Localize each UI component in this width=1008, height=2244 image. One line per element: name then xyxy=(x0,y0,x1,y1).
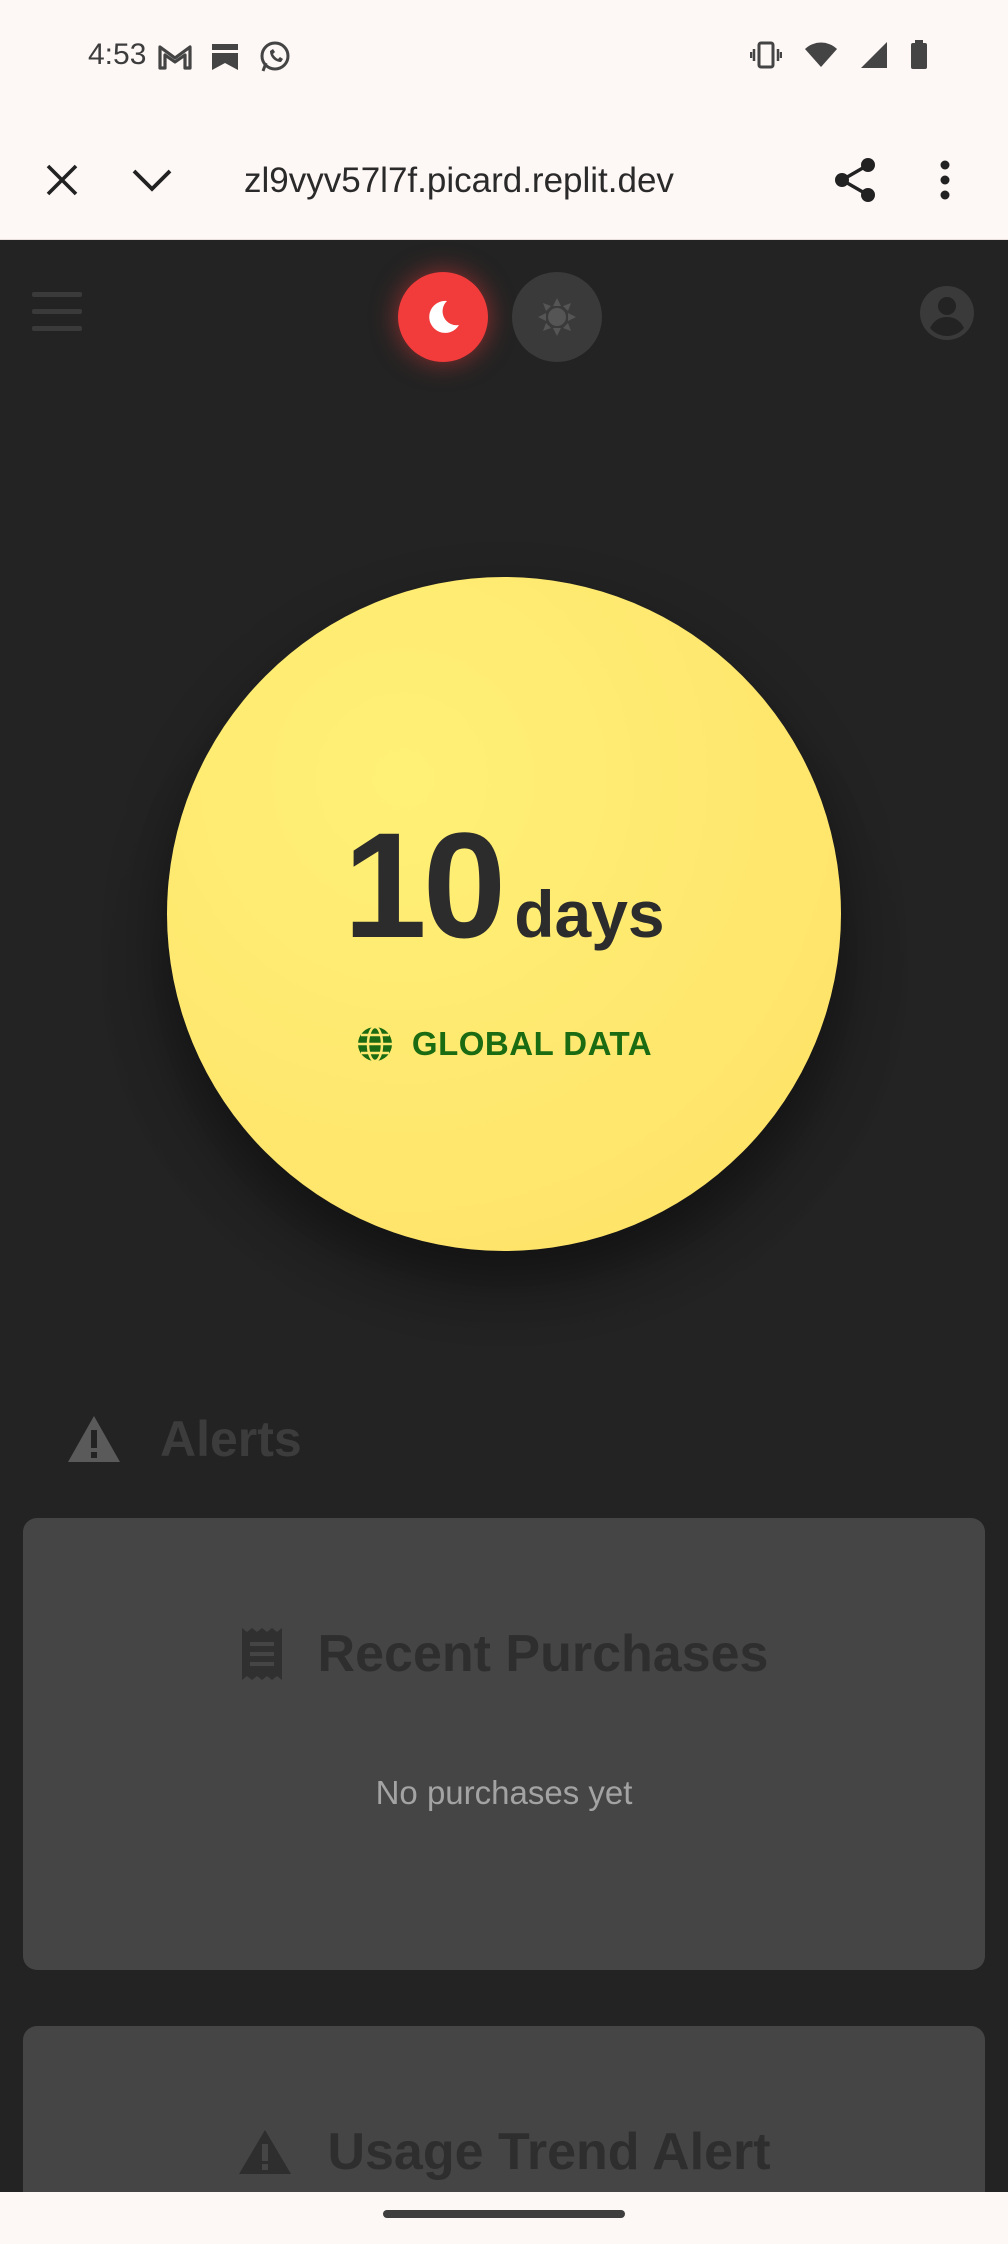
status-right-icons xyxy=(750,40,928,70)
usage-trend-title: Usage Trend Alert xyxy=(327,2123,771,2181)
url-display[interactable]: zl9vyv57l7f.picard.replit.dev xyxy=(244,156,714,206)
days-value: 10 xyxy=(343,801,506,969)
gmail-icon xyxy=(158,44,192,70)
share-icon xyxy=(835,158,875,202)
days-unit: days xyxy=(514,877,665,951)
account-circle-icon xyxy=(920,286,974,340)
menu-button[interactable] xyxy=(32,292,82,336)
status-bar: 4:53 xyxy=(0,0,1008,118)
recent-purchases-card: Recent Purchases No purchases yet xyxy=(23,1518,985,1970)
minimize-button[interactable] xyxy=(122,150,182,210)
warning-icon xyxy=(68,1416,120,1462)
menu-line xyxy=(32,309,82,314)
account-button[interactable] xyxy=(918,284,976,342)
more-options-button[interactable] xyxy=(915,150,975,210)
browser-toolbar: zl9vyv57l7f.picard.replit.dev xyxy=(0,118,1008,240)
vibrate-icon xyxy=(750,41,782,69)
status-left-icons xyxy=(158,40,292,74)
battery-icon xyxy=(910,40,928,70)
warning-icon xyxy=(239,2130,292,2174)
signal-icon xyxy=(860,41,888,69)
status-time: 4:53 xyxy=(88,38,147,71)
recent-purchases-title: Recent Purchases xyxy=(317,1625,769,1683)
data-source-label: GLOBAL DATA xyxy=(167,1025,841,1063)
menu-line xyxy=(32,292,82,297)
menu-line xyxy=(32,326,82,331)
moon-icon xyxy=(429,300,459,333)
home-gesture-handle[interactable] xyxy=(383,2210,625,2218)
wifi-icon xyxy=(804,41,838,69)
card-title-row: Usage Trend Alert xyxy=(23,2122,985,2182)
no-purchases-text: No purchases yet xyxy=(375,1774,633,1811)
more-vert-icon xyxy=(940,160,950,200)
alerts-header: Alerts xyxy=(66,1410,302,1468)
chevron-down-icon xyxy=(132,169,172,192)
sun-icon xyxy=(538,298,576,336)
share-button[interactable] xyxy=(825,150,885,210)
close-icon xyxy=(46,164,78,196)
app-content: 10 days GLOBAL DATA Alerts Recent Purchas… xyxy=(0,240,1008,2192)
usage-trend-card: Usage Trend Alert xyxy=(23,2026,985,2192)
globe-icon xyxy=(357,1025,392,1063)
close-tab-button[interactable] xyxy=(32,150,92,210)
dark-mode-button[interactable] xyxy=(398,272,488,362)
data-source-text: GLOBAL DATA xyxy=(411,1025,653,1062)
bookmark-icon xyxy=(210,42,240,72)
days-counter-circle: 10 days GLOBAL DATA xyxy=(167,577,841,1251)
system-nav-bar xyxy=(0,2192,1008,2244)
whatsapp-icon xyxy=(258,40,292,74)
card-title-row: Recent Purchases xyxy=(23,1624,985,1684)
light-mode-button[interactable] xyxy=(512,272,602,362)
alerts-title: Alerts xyxy=(160,1411,302,1467)
days-counter: 10 days xyxy=(167,799,841,972)
receipt-icon xyxy=(241,1628,282,1680)
